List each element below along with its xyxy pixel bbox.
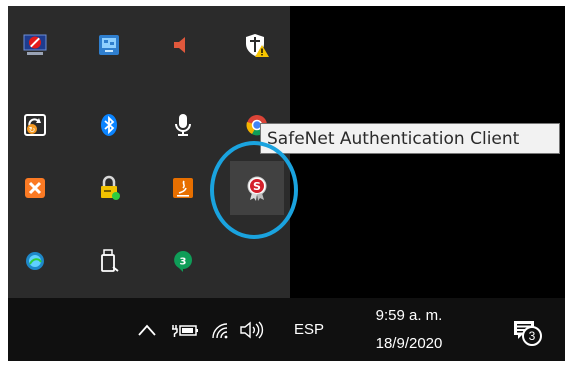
- speaker-muted-icon[interactable]: [156, 18, 210, 72]
- app-globe-icon[interactable]: [8, 234, 62, 288]
- tooltip-text: SafeNet Authentication Client: [267, 128, 520, 149]
- network-app-icon[interactable]: [82, 18, 136, 72]
- vpn-lock-icon[interactable]: [82, 161, 136, 215]
- battery-power-icon[interactable]: [168, 298, 202, 361]
- clock-time: 9:59 a. m.: [375, 306, 443, 324]
- java-icon[interactable]: [156, 161, 210, 215]
- hangouts-badge-icon[interactable]: 3: [156, 234, 210, 288]
- wifi-icon[interactable]: [205, 298, 233, 361]
- language-indicator[interactable]: ESP: [274, 298, 344, 361]
- action-center-button[interactable]: 3: [504, 298, 544, 361]
- svg-text:↻: ↻: [29, 126, 36, 135]
- sync-app-icon[interactable]: ↻: [8, 98, 62, 152]
- taskbar: ESP 9:59 a. m. 18/9/2020 3: [8, 298, 565, 361]
- screenshot-frame: ↻ S 3 ESP 9:59 a. m. 18/9/2020 3 SafeNet…: [8, 6, 565, 361]
- show-hidden-icons-chevron-icon[interactable]: [134, 298, 160, 361]
- notification-count-badge: 3: [522, 325, 542, 346]
- tooltip: SafeNet Authentication Client: [260, 123, 560, 154]
- language-label: ESP: [293, 321, 324, 338]
- highlight-ring: [210, 141, 298, 239]
- clock[interactable]: 9:59 a. m. 18/9/2020: [356, 298, 462, 361]
- volume-icon[interactable]: [236, 298, 268, 361]
- notification-icon: 3: [513, 320, 542, 346]
- usb-safely-remove-icon[interactable]: [82, 234, 136, 288]
- microphone-icon[interactable]: [156, 98, 210, 152]
- hangouts-badge-count: 3: [180, 257, 187, 268]
- windows-security-warning-icon[interactable]: [230, 18, 284, 72]
- bluetooth-icon[interactable]: [82, 98, 136, 152]
- remote-desktop-blocked-icon[interactable]: [8, 18, 62, 72]
- clock-date: 18/9/2020: [375, 334, 443, 352]
- xampp-icon[interactable]: [8, 161, 62, 215]
